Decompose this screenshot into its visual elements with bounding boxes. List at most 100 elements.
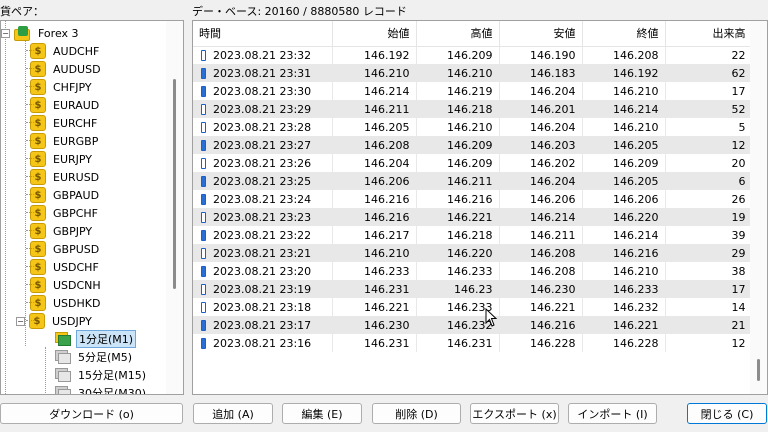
table-row[interactable]: 2023.08.21 23:23 146.216 146.221 146.214 146…: [193, 208, 753, 226]
column-header-volume[interactable]: 出来高: [665, 21, 753, 47]
table-row[interactable]: 2023.08.21 23:25 146.206 146.211 146.204 146…: [193, 172, 753, 190]
table-row[interactable]: 2023.08.21 23:26 146.204 146.209 146.202 146…: [193, 154, 753, 172]
table-row[interactable]: 2023.08.21 23:28 146.205 146.210 146.204 146…: [193, 118, 753, 136]
tree-symbol-item[interactable]: $ USDHKD: [21, 294, 102, 312]
tree-symbol-item[interactable]: $ GBPJPY: [21, 222, 94, 240]
tree-symbol-item[interactable]: $ GBPAUD: [21, 186, 101, 204]
delete-button[interactable]: 削除 (D): [372, 403, 461, 424]
cell-open: 146.208: [332, 136, 417, 154]
tree-symbol-item[interactable]: $ EURAUD: [21, 96, 101, 114]
currency-coin-icon: $: [30, 151, 46, 167]
table-row[interactable]: 2023.08.21 23:19 146.231 146.23 146.230 146.…: [193, 280, 753, 298]
tree-symbol-item[interactable]: $ EURGBP: [21, 132, 100, 150]
export-button[interactable]: エクスポート (x): [470, 403, 559, 424]
tree-symbol-item[interactable]: $ AUDCHF: [21, 42, 101, 60]
cell-low: 146.214: [499, 208, 583, 226]
tree-symbol-item[interactable]: $ GBPCHF: [21, 204, 100, 222]
tree-symbol-item[interactable]: $ CHFJPY: [21, 78, 94, 96]
cell-high: 146.221: [416, 208, 500, 226]
cell-time: 2023.08.21 23:24: [193, 190, 333, 208]
tree-symbol-label: GBPJPY: [53, 224, 93, 238]
bullish-candle-icon: [201, 157, 206, 169]
edit-button[interactable]: 編集 (E): [282, 403, 362, 424]
column-header-open[interactable]: 始値: [332, 21, 417, 47]
import-button[interactable]: インポート (I): [568, 403, 657, 424]
tree-symbol-item[interactable]: $ USDCHF: [21, 258, 101, 276]
cell-close: 146.206: [582, 190, 666, 208]
time-value: 2023.08.21 23:32: [213, 48, 312, 62]
column-header-high[interactable]: 高値: [416, 21, 500, 47]
cell-low: 146.230: [499, 280, 583, 298]
cell-open: 146.233: [332, 262, 417, 280]
table-row[interactable]: 2023.08.21 23:27 146.208 146.209 146.203 146…: [193, 136, 753, 154]
table-row[interactable]: 2023.08.21 23:29 146.211 146.218 146.201 146…: [193, 100, 753, 118]
time-value: 2023.08.21 23:25: [213, 174, 312, 188]
cell-time: 2023.08.21 23:20: [193, 262, 333, 280]
cell-high: 146.231: [416, 334, 500, 352]
table-row[interactable]: 2023.08.21 23:24 146.216 146.216 146.206 146…: [193, 190, 753, 208]
collapse-icon[interactable]: −: [16, 316, 25, 326]
table-row[interactable]: 2023.08.21 23:20 146.233 146.233 146.208 146…: [193, 262, 753, 280]
mouse-cursor-icon: [485, 308, 498, 327]
tree-symbol-item[interactable]: $ EURCHF: [21, 114, 99, 132]
cell-volume: 6: [665, 172, 753, 190]
tree-symbol-item[interactable]: $ GBPUSD: [21, 240, 101, 258]
symbol-tree[interactable]: − Forex 3 $ AUDCHF $ AUDUSD $ CHFJPY $ EURAUD $ EUR…: [0, 20, 184, 395]
close-button[interactable]: 閉じる (C): [687, 403, 767, 424]
table-row[interactable]: 2023.08.21 23:16 146.231 146.231 146.228 146…: [193, 334, 753, 352]
cell-open: 146.216: [332, 208, 417, 226]
bullish-candle-icon: [201, 49, 206, 61]
currency-coin-icon: $: [30, 205, 46, 221]
currency-coin-icon: $: [29, 313, 45, 329]
time-value: 2023.08.21 23:22: [213, 228, 312, 242]
table-row[interactable]: 2023.08.21 23:21 146.210 146.220 146.208 146…: [193, 244, 753, 262]
tree-branch-line: [26, 140, 34, 141]
bearish-candle-icon: [201, 193, 206, 205]
add-button[interactable]: 追加 (A): [193, 403, 273, 424]
tree-root-forex[interactable]: − Forex 3: [1, 24, 81, 42]
cell-close: 146.214: [582, 226, 666, 244]
tree-scrollbar[interactable]: [166, 21, 183, 394]
cell-open: 146.214: [332, 82, 417, 100]
time-value: 2023.08.21 23:26: [213, 156, 312, 170]
tree-symbol-label: GBPAUD: [53, 188, 100, 202]
column-header-close[interactable]: 終値: [582, 21, 666, 47]
cell-time: 2023.08.21 23:19: [193, 280, 333, 298]
table-scrollbar[interactable]: [750, 21, 767, 394]
currency-coin-icon: $: [30, 259, 46, 275]
tree-symbol-item[interactable]: $ USDCNH: [21, 276, 103, 294]
tree-scrollbar-thumb[interactable]: [173, 79, 176, 289]
table-row[interactable]: 2023.08.21 23:22 146.217 146.218 146.211 146…: [193, 226, 753, 244]
tree-symbol-label: GBPCHF: [53, 206, 98, 220]
tree-branch-line: [26, 212, 34, 213]
time-value: 2023.08.21 23:19: [213, 282, 312, 296]
column-header-time[interactable]: 時間: [193, 21, 333, 47]
cell-close: 146.221: [582, 316, 666, 334]
table-row[interactable]: 2023.08.21 23:17 146.230 146.232 146.216 146…: [193, 316, 753, 334]
table-row[interactable]: 2023.08.21 23:31 146.210 146.210 146.183 146…: [193, 64, 753, 82]
table-row[interactable]: 2023.08.21 23:18 146.221 146.233 146.221 146…: [193, 298, 753, 316]
time-value: 2023.08.21 23:17: [213, 318, 312, 332]
tree-symbol-item[interactable]: $ EURJPY: [21, 150, 94, 168]
timeframe-icon: [55, 332, 71, 346]
collapse-icon[interactable]: −: [1, 28, 10, 38]
tree-symbol-item[interactable]: − $ USDJPY: [16, 312, 94, 330]
tree-timeframe-item[interactable]: 30分足(M30): [55, 384, 148, 394]
tree-timeframe-item[interactable]: 1分足(M1): [55, 330, 137, 348]
table-scrollbar-thumb[interactable]: [757, 359, 760, 381]
table-row[interactable]: 2023.08.21 23:30 146.214 146.219 146.204 146…: [193, 82, 753, 100]
currency-coin-icon: $: [30, 61, 46, 77]
tree-symbol-label: EURAUD: [53, 98, 100, 112]
table-row[interactable]: 2023.08.21 23:32 146.192 146.209 146.190 146…: [193, 46, 753, 64]
download-button[interactable]: ダウンロード (o): [0, 403, 183, 424]
cell-high: 146.219: [416, 82, 500, 100]
column-header-low[interactable]: 安値: [499, 21, 583, 47]
cell-time: 2023.08.21 23:16: [193, 334, 333, 352]
cell-volume: 62: [665, 64, 753, 82]
cell-open: 146.230: [332, 316, 417, 334]
tree-branch-line: [26, 158, 34, 159]
tree-symbol-item[interactable]: $ EURUSD: [21, 168, 101, 186]
tree-timeframe-item[interactable]: 15分足(M15): [55, 366, 148, 384]
tree-timeframe-item[interactable]: 5分足(M5): [55, 348, 134, 366]
tree-symbol-item[interactable]: $ AUDUSD: [21, 60, 103, 78]
